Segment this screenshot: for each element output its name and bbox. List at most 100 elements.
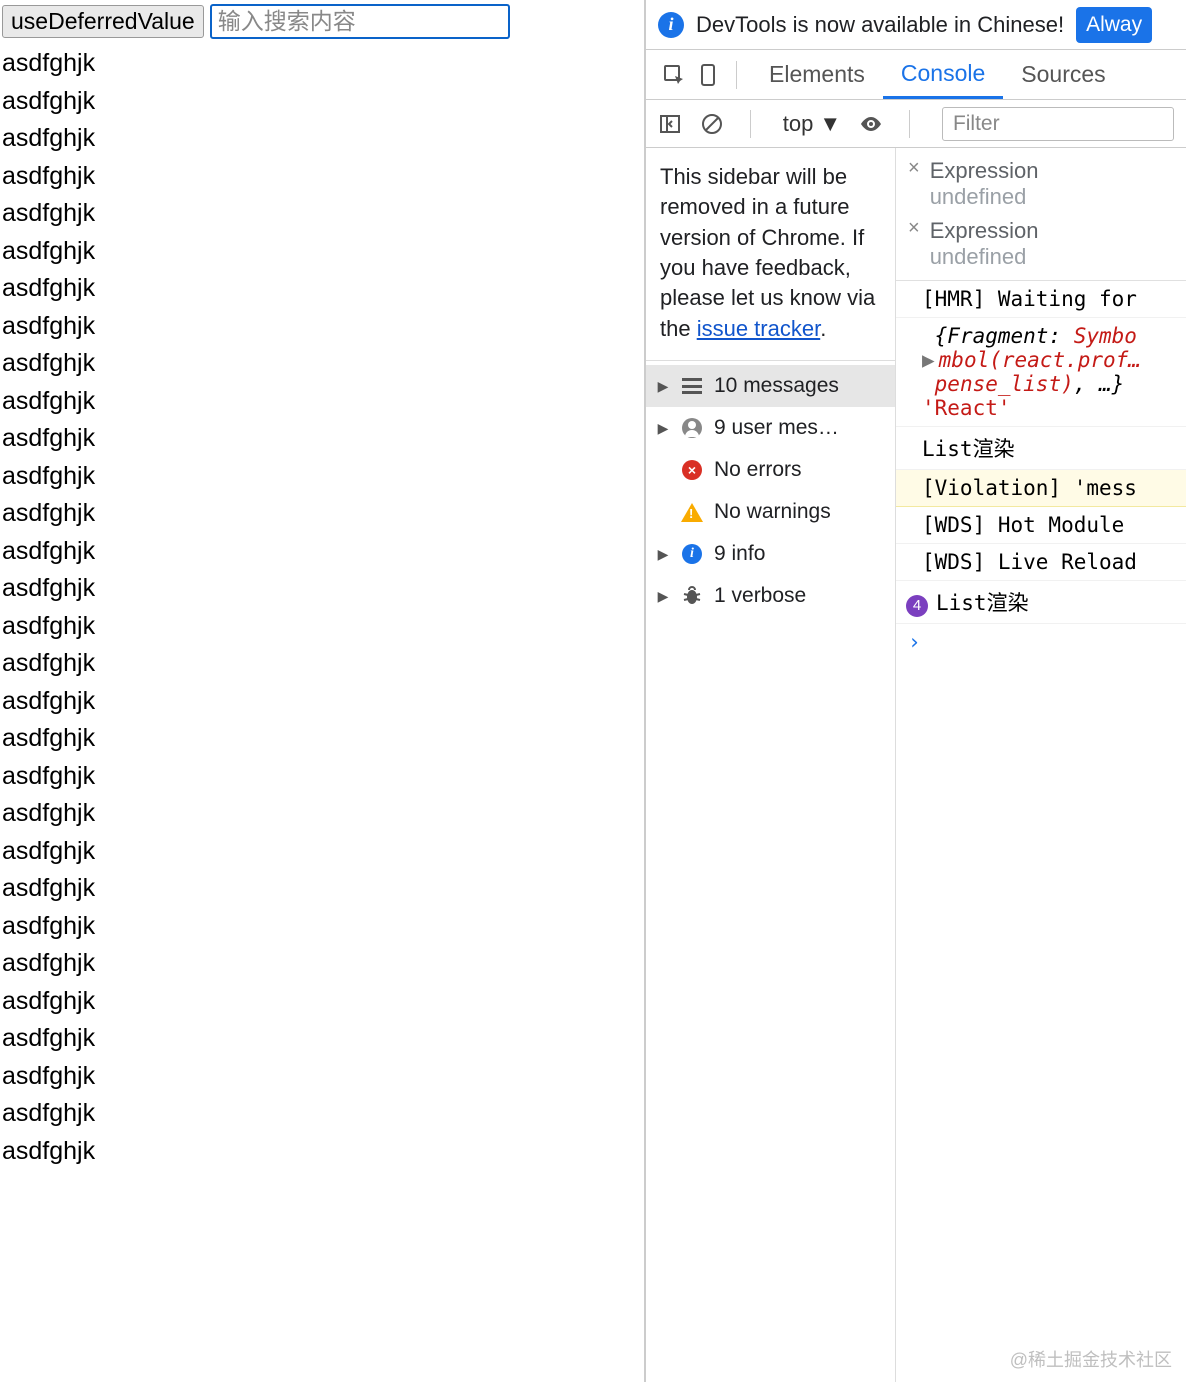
- sidebar-item[interactable]: ▶ 9 user mes…: [646, 407, 895, 449]
- list-item: asdfghjk: [2, 233, 642, 271]
- context-label: top: [783, 111, 814, 137]
- sidebar-item[interactable]: ▶ 1 verbose: [646, 575, 895, 617]
- console-toolbar: top ▼: [646, 100, 1186, 148]
- repeat-count-badge: 4: [906, 595, 928, 617]
- sidebar-item-label: No warnings: [714, 500, 831, 524]
- device-toolbar-icon[interactable]: [692, 57, 728, 93]
- notice-text-pre: This sidebar will be removed in a future…: [660, 164, 875, 341]
- list-item: asdfghjk: [2, 720, 642, 758]
- log-row[interactable]: 4List渲染: [896, 581, 1186, 624]
- list-item: asdfghjk: [2, 270, 642, 308]
- filter-input[interactable]: [942, 107, 1174, 141]
- console-logs: [HMR] Waiting for {Fragment: Symbo ▶mbol…: [896, 281, 1186, 660]
- result-list: asdfghjkasdfghjkasdfghjkasdfghjkasdfghjk…: [2, 45, 642, 1170]
- clear-console-icon[interactable]: [700, 109, 724, 139]
- search-input[interactable]: [210, 4, 510, 39]
- user-icon: [680, 416, 704, 440]
- sidebar-item[interactable]: ▶ 10 messages: [646, 365, 895, 407]
- caret-icon: ▶: [656, 588, 670, 605]
- caret-icon: ▶: [656, 378, 670, 395]
- error-icon: ×: [680, 458, 704, 482]
- tab-sources[interactable]: Sources: [1003, 50, 1123, 99]
- list-item: asdfghjk: [2, 608, 642, 646]
- sidebar-item-label: 9 user mes…: [714, 416, 839, 440]
- watch-expressions: × Expressionundefined × Expressionundefined: [896, 148, 1186, 281]
- sidebar-item-label: 1 verbose: [714, 584, 806, 608]
- log-row[interactable]: {Fragment: Symbo ▶mbol(react.prof… pense…: [896, 318, 1186, 427]
- list-item: asdfghjk: [2, 795, 642, 833]
- watch-text: Expressionundefined: [930, 218, 1039, 270]
- list-item: asdfghjk: [2, 833, 642, 871]
- list-item: asdfghjk: [2, 458, 642, 496]
- issue-tracker-link[interactable]: issue tracker: [697, 316, 821, 341]
- devtools-tabstrip: Elements Console Sources: [646, 50, 1186, 100]
- caret-icon: ▶: [656, 546, 670, 563]
- caret-icon: ▶: [656, 420, 670, 437]
- live-expression-icon[interactable]: [859, 109, 883, 139]
- chevron-down-icon: ▼: [819, 111, 841, 137]
- list-item: asdfghjk: [2, 645, 642, 683]
- infobar-text: DevTools is now available in Chinese!: [696, 12, 1064, 38]
- list-item: asdfghjk: [2, 1020, 642, 1058]
- infobar-action-button[interactable]: Alway: [1076, 7, 1152, 43]
- log-row-violation[interactable]: [Violation] 'mess: [896, 470, 1186, 507]
- sidebar-item[interactable]: × No errors: [646, 449, 895, 491]
- sidebar-deprecation-notice: This sidebar will be removed in a future…: [646, 148, 895, 361]
- console-main: × Expressionundefined × Expressionundefined…: [896, 148, 1186, 1382]
- separator: [750, 110, 751, 138]
- list-item: asdfghjk: [2, 345, 642, 383]
- inspect-element-icon[interactable]: [656, 57, 692, 93]
- remove-watch-icon[interactable]: ×: [908, 158, 920, 178]
- app-page: useDeferredValue asdfghjkasdfghjkasdfghj…: [0, 0, 644, 1382]
- list-item: asdfghjk: [2, 683, 642, 721]
- tab-elements[interactable]: Elements: [751, 50, 883, 99]
- sidebar-items: ▶ 10 messages ▶ 9 user mes… × No errors No war…: [646, 361, 895, 617]
- list-item: asdfghjk: [2, 158, 642, 196]
- watch-text: Expressionundefined: [930, 158, 1039, 210]
- list-item: asdfghjk: [2, 420, 642, 458]
- log-row[interactable]: [WDS] Hot Module: [896, 507, 1186, 544]
- devtools-panel: i DevTools is now available in Chinese! …: [644, 0, 1186, 1382]
- sidebar-item[interactable]: No warnings: [646, 491, 895, 533]
- bug-icon: [680, 584, 704, 608]
- list-item: asdfghjk: [2, 120, 642, 158]
- info-icon: i: [680, 542, 704, 566]
- use-deferred-value-button[interactable]: useDeferredValue: [2, 5, 204, 38]
- devtools-infobar: i DevTools is now available in Chinese! …: [646, 0, 1186, 50]
- notice-text-post: .: [820, 316, 826, 341]
- watch-expression[interactable]: × Expressionundefined: [896, 214, 1186, 274]
- list-item: asdfghjk: [2, 908, 642, 946]
- log-row[interactable]: List渲染: [896, 427, 1186, 470]
- console-prompt[interactable]: ›: [896, 624, 1186, 660]
- list-item: asdfghjk: [2, 758, 642, 796]
- info-icon: i: [658, 12, 684, 38]
- list-item: asdfghjk: [2, 945, 642, 983]
- tab-console[interactable]: Console: [883, 50, 1003, 99]
- toggle-sidebar-icon[interactable]: [658, 109, 682, 139]
- sidebar-item-label: 10 messages: [714, 374, 839, 398]
- list-icon: [680, 374, 704, 398]
- console-body: This sidebar will be removed in a future…: [646, 148, 1186, 1382]
- list-item: asdfghjk: [2, 195, 642, 233]
- console-sidebar: This sidebar will be removed in a future…: [646, 148, 896, 1382]
- context-selector[interactable]: top ▼: [783, 111, 841, 137]
- list-item: asdfghjk: [2, 570, 642, 608]
- list-item: asdfghjk: [2, 308, 642, 346]
- watch-expression[interactable]: × Expressionundefined: [896, 154, 1186, 214]
- log-row[interactable]: [WDS] Live Reload: [896, 544, 1186, 581]
- remove-watch-icon[interactable]: ×: [908, 218, 920, 238]
- warning-icon: [680, 500, 704, 524]
- separator: [736, 61, 737, 89]
- list-item: asdfghjk: [2, 1058, 642, 1096]
- list-item: asdfghjk: [2, 495, 642, 533]
- list-item: asdfghjk: [2, 1133, 642, 1171]
- list-item: asdfghjk: [2, 533, 642, 571]
- list-item: asdfghjk: [2, 45, 642, 83]
- sidebar-item-label: No errors: [714, 458, 802, 482]
- log-row[interactable]: [HMR] Waiting for: [896, 281, 1186, 318]
- sidebar-item[interactable]: ▶i9 info: [646, 533, 895, 575]
- separator: [909, 110, 910, 138]
- list-item: asdfghjk: [2, 983, 642, 1021]
- page-header: useDeferredValue: [2, 4, 642, 39]
- list-item: asdfghjk: [2, 383, 642, 421]
